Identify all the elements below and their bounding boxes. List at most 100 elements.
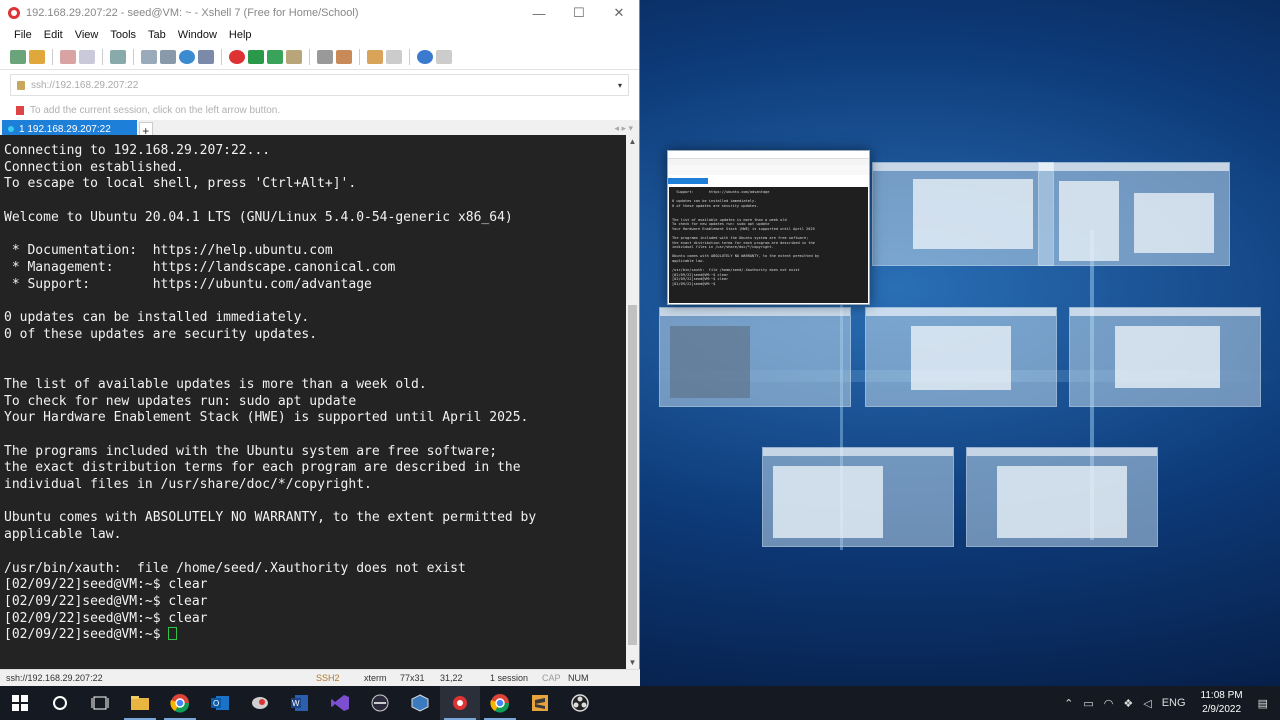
menu-file[interactable]: File [14,29,32,41]
menu-help[interactable]: Help [229,29,252,41]
address-dropdown-icon[interactable]: ▾ [618,81,622,90]
open-folder-icon[interactable] [29,49,45,64]
wifi-icon[interactable]: ◠ [1104,697,1114,710]
terminal-line: Your Hardware Enablement Stack (HWE) is … [4,410,529,426]
status-caps: CAP [542,673,561,683]
scroll-up-icon[interactable]: ▲ [626,137,639,146]
terminal-icon[interactable] [360,686,400,720]
xshell-window-thumbnail[interactable]: Support: https://ubuntu.com/advantage 0 … [667,150,870,305]
help-icon[interactable] [417,49,433,64]
status-address: ssh://192.168.29.207:22 [6,673,103,683]
window-thumbnail[interactable] [966,447,1158,547]
terminal-cursor [168,627,178,641]
virtualbox-icon[interactable] [400,686,440,720]
terminal-line: [02/09/22]seed@VM:~$ clear [4,593,208,609]
file-explorer-icon[interactable] [120,686,160,720]
outlook-icon[interactable]: O [200,686,240,720]
terminal-line: applicable law. [4,527,122,543]
window-thumbnail[interactable] [872,162,1054,266]
status-num: NUM [568,673,589,683]
chrome-icon[interactable] [160,686,200,720]
xshell-window[interactable]: 192.168.29.207:22 - seed@VM: ~ - Xshell … [0,0,640,686]
visual-studio-icon[interactable] [320,686,360,720]
terminal-line: the exact distribution terms for each pr… [4,460,521,476]
show-hidden-icons-icon[interactable]: ⌃ [1064,697,1073,710]
xftp-icon[interactable] [229,49,245,64]
terminal-line: individual files in /usr/share/doc/*/cop… [4,477,372,493]
thumbnail-terminal: Support: https://ubuntu.com/advantage 0 … [669,187,868,303]
title-bar[interactable]: 192.168.29.207:22 - seed@VM: ~ - Xshell … [0,0,639,26]
vertical-scrollbar[interactable]: ▲ ▼ [626,135,639,669]
find-icon[interactable] [141,49,157,64]
minimize-button[interactable]: — [519,6,559,21]
properties-icon[interactable] [110,49,126,64]
app-icon[interactable] [240,686,280,720]
keyboard-icon[interactable] [317,49,333,64]
reconnect-icon[interactable] [79,49,95,64]
clock-time: 11:08 PM [1200,690,1243,701]
cortana-icon[interactable] [40,686,80,720]
menu-view[interactable]: View [75,29,99,41]
sublime-icon[interactable] [520,686,560,720]
task-view-icon[interactable] [80,686,120,720]
font-icon[interactable] [198,49,214,64]
volume-icon[interactable]: ◁ [1143,697,1151,710]
scrollbar-thumb[interactable] [628,305,637,645]
address-input[interactable]: ssh://192.168.29.207:22 [31,80,138,91]
xshell-icon[interactable] [440,686,480,720]
chat-icon[interactable] [436,49,452,64]
notification-icon[interactable]: ▤ [1258,697,1268,710]
window-thumbnail[interactable] [1038,162,1230,266]
xshell-app-icon [8,7,20,19]
dropbox-icon[interactable]: ❖ [1123,697,1133,710]
close-button[interactable]: ✕ [599,5,639,21]
print-icon[interactable] [160,49,176,64]
fullscreen-icon[interactable] [267,49,283,64]
svg-text:O: O [213,699,219,708]
globe-icon[interactable] [179,49,195,64]
terminal-line: [02/09/22]seed@VM:~$ clear [4,610,208,626]
system-tray: ⌃ ▭ ◠ ❖ ◁ ENG 11:08 PM 2/9/2022 ▤ [1059,689,1280,717]
transfer-icon[interactable] [367,49,383,64]
address-bar[interactable]: ssh://192.168.29.207:22 ▾ [10,74,629,96]
menu-tab[interactable]: Tab [148,29,166,41]
connected-status-icon [8,126,14,132]
scroll-down-icon[interactable]: ▼ [626,658,639,667]
menu-edit[interactable]: Edit [44,29,63,41]
terminal-line: Welcome to Ubuntu 20.04.1 LTS (GNU/Linux… [4,209,513,225]
menu-window[interactable]: Window [178,29,217,41]
status-bar: ssh://192.168.29.207:22 SSH2 xterm 77x31… [0,669,640,686]
language-indicator[interactable]: ENG [1162,697,1186,709]
window-thumbnail[interactable] [1069,307,1261,407]
battery-icon[interactable]: ▭ [1083,697,1093,710]
terminal-line: * Documentation: https://help.ubuntu.com [4,243,333,259]
word-icon[interactable]: W [280,686,320,720]
chrome-icon-2[interactable] [480,686,520,720]
window-thumbnail[interactable] [762,447,954,547]
windows-start-icon[interactable] [0,686,40,720]
disconnect-icon[interactable] [60,49,76,64]
clock-date: 2/9/2022 [1202,704,1242,715]
window-thumbnail[interactable] [865,307,1057,407]
tab-navigation[interactable]: ◂ ▸ ▾ [614,123,633,134]
layout-icon[interactable] [386,49,402,64]
bookmark-icon[interactable] [16,105,24,115]
new-session-icon[interactable] [10,49,26,64]
window-thumbnail[interactable] [659,307,851,407]
lock-icon[interactable] [286,49,302,64]
xmanager-icon[interactable] [248,49,264,64]
obs-icon[interactable] [560,686,600,720]
terminal-line: /usr/bin/xauth: file /home/seed/.Xauthor… [4,560,466,576]
script-icon[interactable] [336,49,352,64]
clock[interactable]: 11:08 PM 2/9/2022 [1201,689,1243,717]
terminal[interactable]: Connecting to 192.168.29.207:22... Connec… [0,135,626,669]
menu-tools[interactable]: Tools [110,29,136,41]
maximize-button[interactable]: ☐ [559,5,599,21]
terminal-line: 0 of these updates are security updates. [4,326,318,342]
toolbar-separator [309,48,310,65]
